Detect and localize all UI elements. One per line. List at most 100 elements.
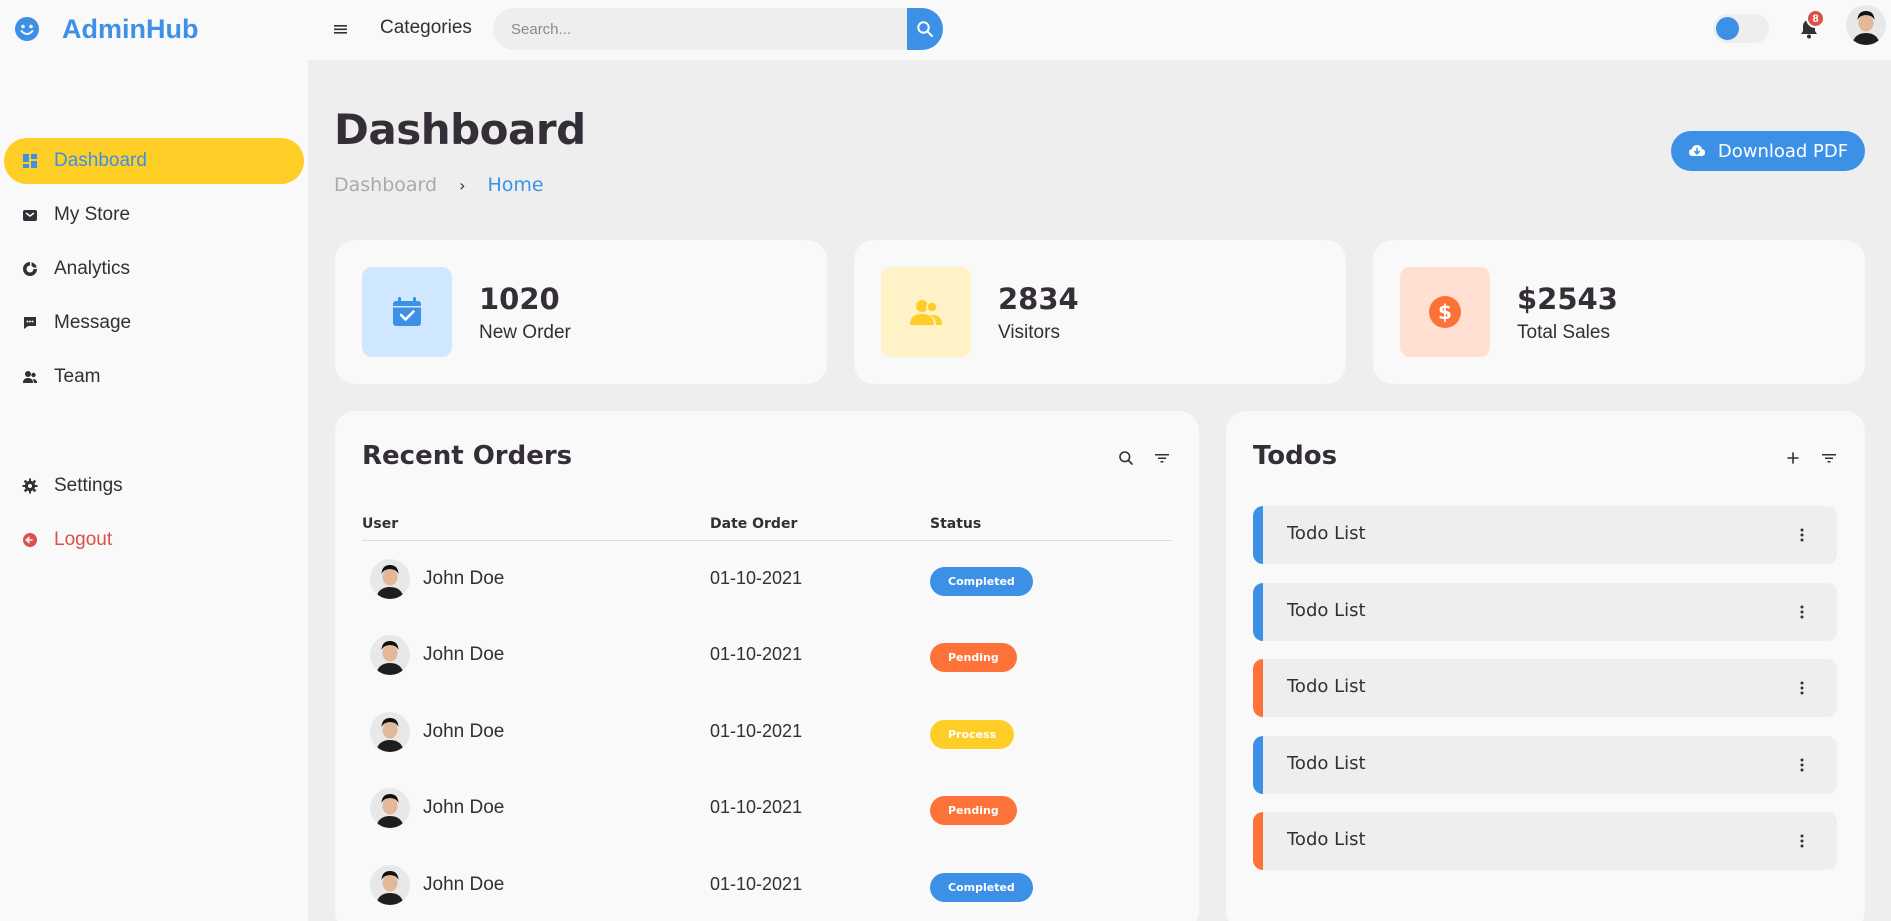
todo-label: Todo List xyxy=(1287,829,1366,850)
filter-icon[interactable] xyxy=(1820,449,1838,467)
calendar-check-icon xyxy=(362,267,452,357)
stat-card-new-order: 1020 New Order xyxy=(335,240,827,384)
user-avatar xyxy=(370,635,410,675)
stat-label: Total Sales xyxy=(1517,322,1610,343)
column-header-status: Status xyxy=(930,516,982,532)
sidebar-item-message[interactable]: Message xyxy=(4,300,304,346)
order-date: 01-10-2021 xyxy=(710,644,803,664)
breadcrumb: Dashboard › Home xyxy=(334,174,544,196)
more-vertical-icon[interactable] xyxy=(1793,603,1811,621)
message-dots-icon xyxy=(20,313,40,333)
order-date: 01-10-2021 xyxy=(710,568,803,588)
order-user-name: John Doe xyxy=(423,797,505,818)
gear-icon xyxy=(20,476,40,496)
top-navbar: Categories 8 xyxy=(308,0,1891,60)
sidebar-item-team[interactable]: Team xyxy=(4,354,304,400)
user-avatar xyxy=(370,559,410,599)
status-badge: Pending xyxy=(930,796,1017,825)
sidebar-item-dashboard[interactable]: Dashboard xyxy=(4,138,304,184)
filter-icon[interactable] xyxy=(1153,449,1171,467)
todo-item[interactable]: Todo List xyxy=(1253,659,1837,717)
sidebar-item-logout[interactable]: Logout xyxy=(4,517,304,563)
todo-label: Todo List xyxy=(1287,753,1366,774)
more-vertical-icon[interactable] xyxy=(1793,526,1811,544)
table-row[interactable]: John Doe 01-10-2021 Pending xyxy=(362,625,1172,685)
side-menu-bottom: Settings Logout xyxy=(4,463,304,571)
more-vertical-icon[interactable] xyxy=(1793,756,1811,774)
sidebar-item-label: Settings xyxy=(54,475,123,496)
brand-name: AdminHub xyxy=(62,13,199,44)
user-avatar xyxy=(370,865,410,905)
todos-title: Todos xyxy=(1253,441,1338,471)
stat-label: Visitors xyxy=(998,322,1060,343)
todo-item[interactable]: Todo List xyxy=(1253,812,1837,870)
column-header-user: User xyxy=(362,516,399,532)
column-header-date: Date Order xyxy=(710,516,798,532)
breadcrumb-dashboard[interactable]: Dashboard xyxy=(334,174,437,196)
search-input[interactable] xyxy=(493,8,907,50)
more-vertical-icon[interactable] xyxy=(1793,832,1811,850)
search-icon[interactable] xyxy=(1117,449,1135,467)
todo-item[interactable]: Todo List xyxy=(1253,583,1837,641)
categories-link[interactable]: Categories xyxy=(380,17,472,39)
download-pdf-label: Download PDF xyxy=(1717,140,1849,162)
order-date: 01-10-2021 xyxy=(710,797,803,817)
sidebar-item-label: Analytics xyxy=(54,258,131,279)
table-row[interactable]: John Doe 01-10-2021 Completed xyxy=(362,549,1172,609)
sidebar: AdminHub Dashboard My Store Analytics Me… xyxy=(0,0,308,921)
dollar-circle-icon: $ xyxy=(1400,267,1490,357)
search-form xyxy=(493,8,943,50)
order-date: 01-10-2021 xyxy=(710,874,803,894)
doughnut-chart-icon xyxy=(20,259,40,279)
table-row[interactable]: John Doe 01-10-2021 Process xyxy=(362,702,1172,762)
status-badge: Process xyxy=(930,720,1015,749)
table-row[interactable]: John Doe 01-10-2021 Pending xyxy=(362,778,1172,838)
sidebar-item-label: Logout xyxy=(54,529,113,550)
search-icon xyxy=(917,21,933,37)
toggle-knob xyxy=(1716,17,1739,40)
search-button[interactable] xyxy=(907,8,943,50)
notification-button[interactable]: 8 xyxy=(1796,9,1825,42)
todo-item[interactable]: Todo List xyxy=(1253,736,1837,794)
status-badge: Completed xyxy=(930,567,1033,596)
group-icon xyxy=(881,267,971,357)
sidebar-item-label: My Store xyxy=(54,204,131,225)
status-badge: Completed xyxy=(930,873,1033,902)
side-menu-top: Dashboard My Store Analytics Message Tea… xyxy=(4,138,304,408)
todo-label: Todo List xyxy=(1287,676,1366,697)
recent-orders-panel: Recent Orders User Date Order Status Joh… xyxy=(335,411,1199,921)
sidebar-item-my-store[interactable]: My Store xyxy=(4,192,304,238)
order-user-name: John Doe xyxy=(423,644,505,665)
todo-item[interactable]: Todo List xyxy=(1253,506,1837,564)
smile-icon xyxy=(14,16,40,42)
plus-icon[interactable] xyxy=(1784,449,1802,467)
notification-count-badge: 8 xyxy=(1806,9,1825,28)
page-title: Dashboard xyxy=(334,105,586,154)
recent-orders-title: Recent Orders xyxy=(362,441,573,471)
user-avatar xyxy=(370,788,410,828)
sidebar-item-settings[interactable]: Settings xyxy=(4,463,304,509)
stat-card-visitors: 2834 Visitors xyxy=(854,240,1346,384)
stat-label: New Order xyxy=(479,322,571,343)
logout-icon xyxy=(20,530,40,550)
dark-mode-toggle[interactable] xyxy=(1713,14,1769,43)
menu-hamburger-icon[interactable] xyxy=(334,18,354,40)
sidebar-item-label: Dashboard xyxy=(54,150,147,171)
breadcrumb-home[interactable]: Home xyxy=(488,174,544,196)
sidebar-item-label: Team xyxy=(54,366,101,387)
order-date: 01-10-2021 xyxy=(710,721,803,741)
stat-value: $2543 xyxy=(1517,282,1618,316)
shopping-bag-icon xyxy=(20,205,40,225)
sidebar-item-label: Message xyxy=(54,312,132,333)
table-row[interactable]: John Doe 01-10-2021 Completed xyxy=(362,855,1172,915)
download-pdf-button[interactable]: Download PDF xyxy=(1671,131,1865,171)
more-vertical-icon[interactable] xyxy=(1793,679,1811,697)
order-user-name: John Doe xyxy=(423,568,505,589)
svg-text:$: $ xyxy=(1438,300,1452,324)
brand-logo[interactable]: AdminHub xyxy=(14,11,198,47)
group-icon xyxy=(20,367,40,387)
sidebar-item-analytics[interactable]: Analytics xyxy=(4,246,304,292)
order-user-name: John Doe xyxy=(423,874,505,895)
user-avatar xyxy=(370,712,410,752)
profile-avatar[interactable] xyxy=(1846,5,1886,45)
